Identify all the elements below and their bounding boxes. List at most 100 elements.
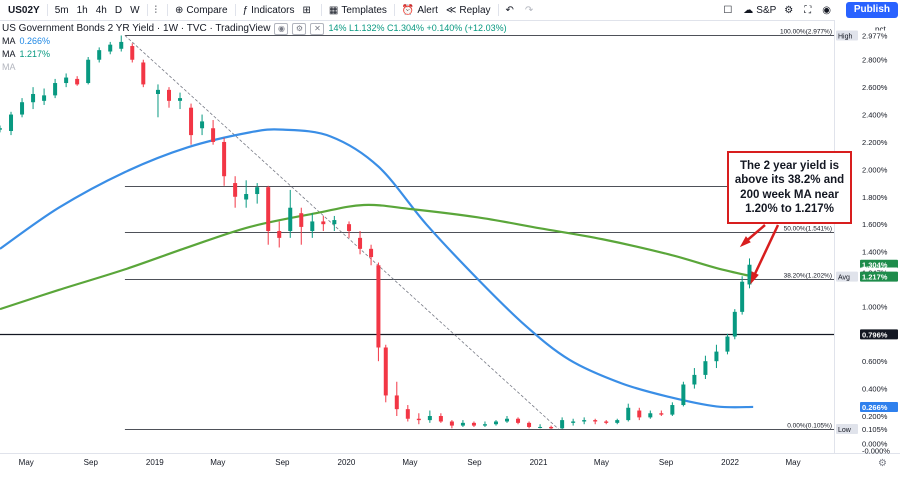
candle-body [310,221,315,232]
undo-button[interactable]: ↶ [502,0,521,20]
chart-name-button[interactable]: ☁ S&P [739,0,780,20]
alert-button[interactable]: ⏰ Alert [398,0,442,20]
price-tick-label: 2.400% [862,111,888,120]
candle-body [53,83,58,96]
undo-icon: ↶ [505,4,514,16]
candle-body [692,374,697,385]
candle [582,417,587,425]
candle-body [604,421,609,423]
legend-ohlc: 14% L1.132% C1.304% +0.140% (+12.03%) [328,23,507,33]
time-tick-label: May [402,458,417,467]
time-axis[interactable]: May Sep 2019 May Sep 2020 May Sep 2021 May Sep 2022… [19,458,887,469]
indicators-icon: ƒ [242,4,249,16]
interval-1h[interactable]: 1h [73,0,92,20]
candles-style-button[interactable]: ⫶ [151,0,165,20]
eye-icon[interactable]: ◉ [274,22,289,35]
legend-ma-fast[interactable]: MA 0.266% [2,35,507,48]
candle-body [732,311,737,337]
price-tick-label: 2.000% [862,165,888,174]
candle [347,221,352,238]
candle-body [670,405,675,415]
toolbar-divider [46,4,48,16]
interval-label: 4h [95,4,107,16]
time-tick-label: May [19,458,34,467]
candle-body [427,416,432,421]
candle [732,309,737,340]
candle-body [482,424,487,426]
indicators-templates-button[interactable]: ⊞ [298,0,317,20]
top-toolbar: US02Y 5m 1h 4h D W ⫶ ⊕ Compare ƒ Indicator… [0,0,900,21]
legend-ma-slow[interactable]: MA 1.217% [2,48,507,61]
replay-icon: ≪ [445,4,457,16]
candle [505,416,510,423]
candle-body [416,418,421,421]
compare-button[interactable]: ⊕ Compare [171,0,232,20]
fullscreen-button[interactable]: ⛶ [800,0,818,20]
candle-body [288,207,293,232]
candle-body [740,281,745,312]
legend-ma-hidden[interactable]: MA [2,61,507,74]
candle [310,213,315,238]
interval-w[interactable]: W [126,0,143,20]
candle [571,418,576,426]
candle-body [244,194,249,200]
candle-body [714,351,719,362]
candle-body [189,107,194,136]
candle-body [42,95,47,101]
candle-body [527,422,532,427]
grid-icon: ⊞ [302,4,311,16]
price-tick-label: 1.800% [862,193,888,202]
candle [321,215,326,232]
candle [681,381,686,407]
candle [593,418,598,425]
candle [648,410,653,419]
time-tick-label: 2022 [721,458,739,467]
time-tick-label: May [785,458,800,467]
candle-body [394,395,399,410]
price-tick-label: 0.200% [862,412,888,421]
candle [200,114,205,136]
price-tick-label: -0.000% [862,446,890,455]
annotation-callout: The 2 year yield is above its 38.2% and … [727,151,852,224]
interval-5m[interactable]: 5m [51,0,73,20]
candle [383,344,388,403]
candle [449,420,454,429]
indicators-button[interactable]: ƒ Indicators [239,0,299,20]
settings-button[interactable]: ⚙ [780,0,800,20]
legend-title[interactable]: US Government Bonds 2 YR Yield · 1W · TV… [2,22,270,35]
gear-icon: ⚙ [878,458,887,469]
candle [659,410,664,417]
interval-4h[interactable]: 4h [92,0,111,20]
price-tag-label: Low [838,427,852,434]
interval-d[interactable]: D [111,0,126,20]
candle [167,87,172,108]
candle [471,421,476,427]
candle [376,262,381,362]
interval-label: D [114,4,123,16]
candle-body [505,418,510,422]
redo-button[interactable]: ↷ [521,0,540,20]
candle [358,231,363,255]
candle-body [64,77,69,84]
candle-body [593,420,598,422]
snapshot-button[interactable]: ◉ [818,0,838,20]
candle [560,417,565,430]
gear-icon[interactable]: ⚙ [292,22,307,35]
candle [438,413,443,423]
layout-button[interactable]: ☐ [719,0,739,20]
candle [244,180,249,208]
publish-button[interactable]: Publish [845,2,898,18]
price-tag-value: 0.105% [862,425,888,434]
price-chart[interactable]: 100.00%(2.977%) 50.00%(1.541%) 38.20%(1.20… [0,20,900,478]
close-icon[interactable]: ✕ [310,22,325,35]
candle-body [321,221,326,225]
ma-label: MA [2,36,16,46]
templates-button[interactable]: ▦ Templates [325,0,391,20]
symbol-search[interactable]: US02Y [0,0,44,20]
candle [394,381,399,417]
replay-button[interactable]: ≪ Replay [442,0,495,20]
candles-icon: ⫶ [154,4,158,16]
price-tag-value: 1.217% [862,273,888,282]
candle [549,425,554,430]
candle-body [178,98,183,101]
